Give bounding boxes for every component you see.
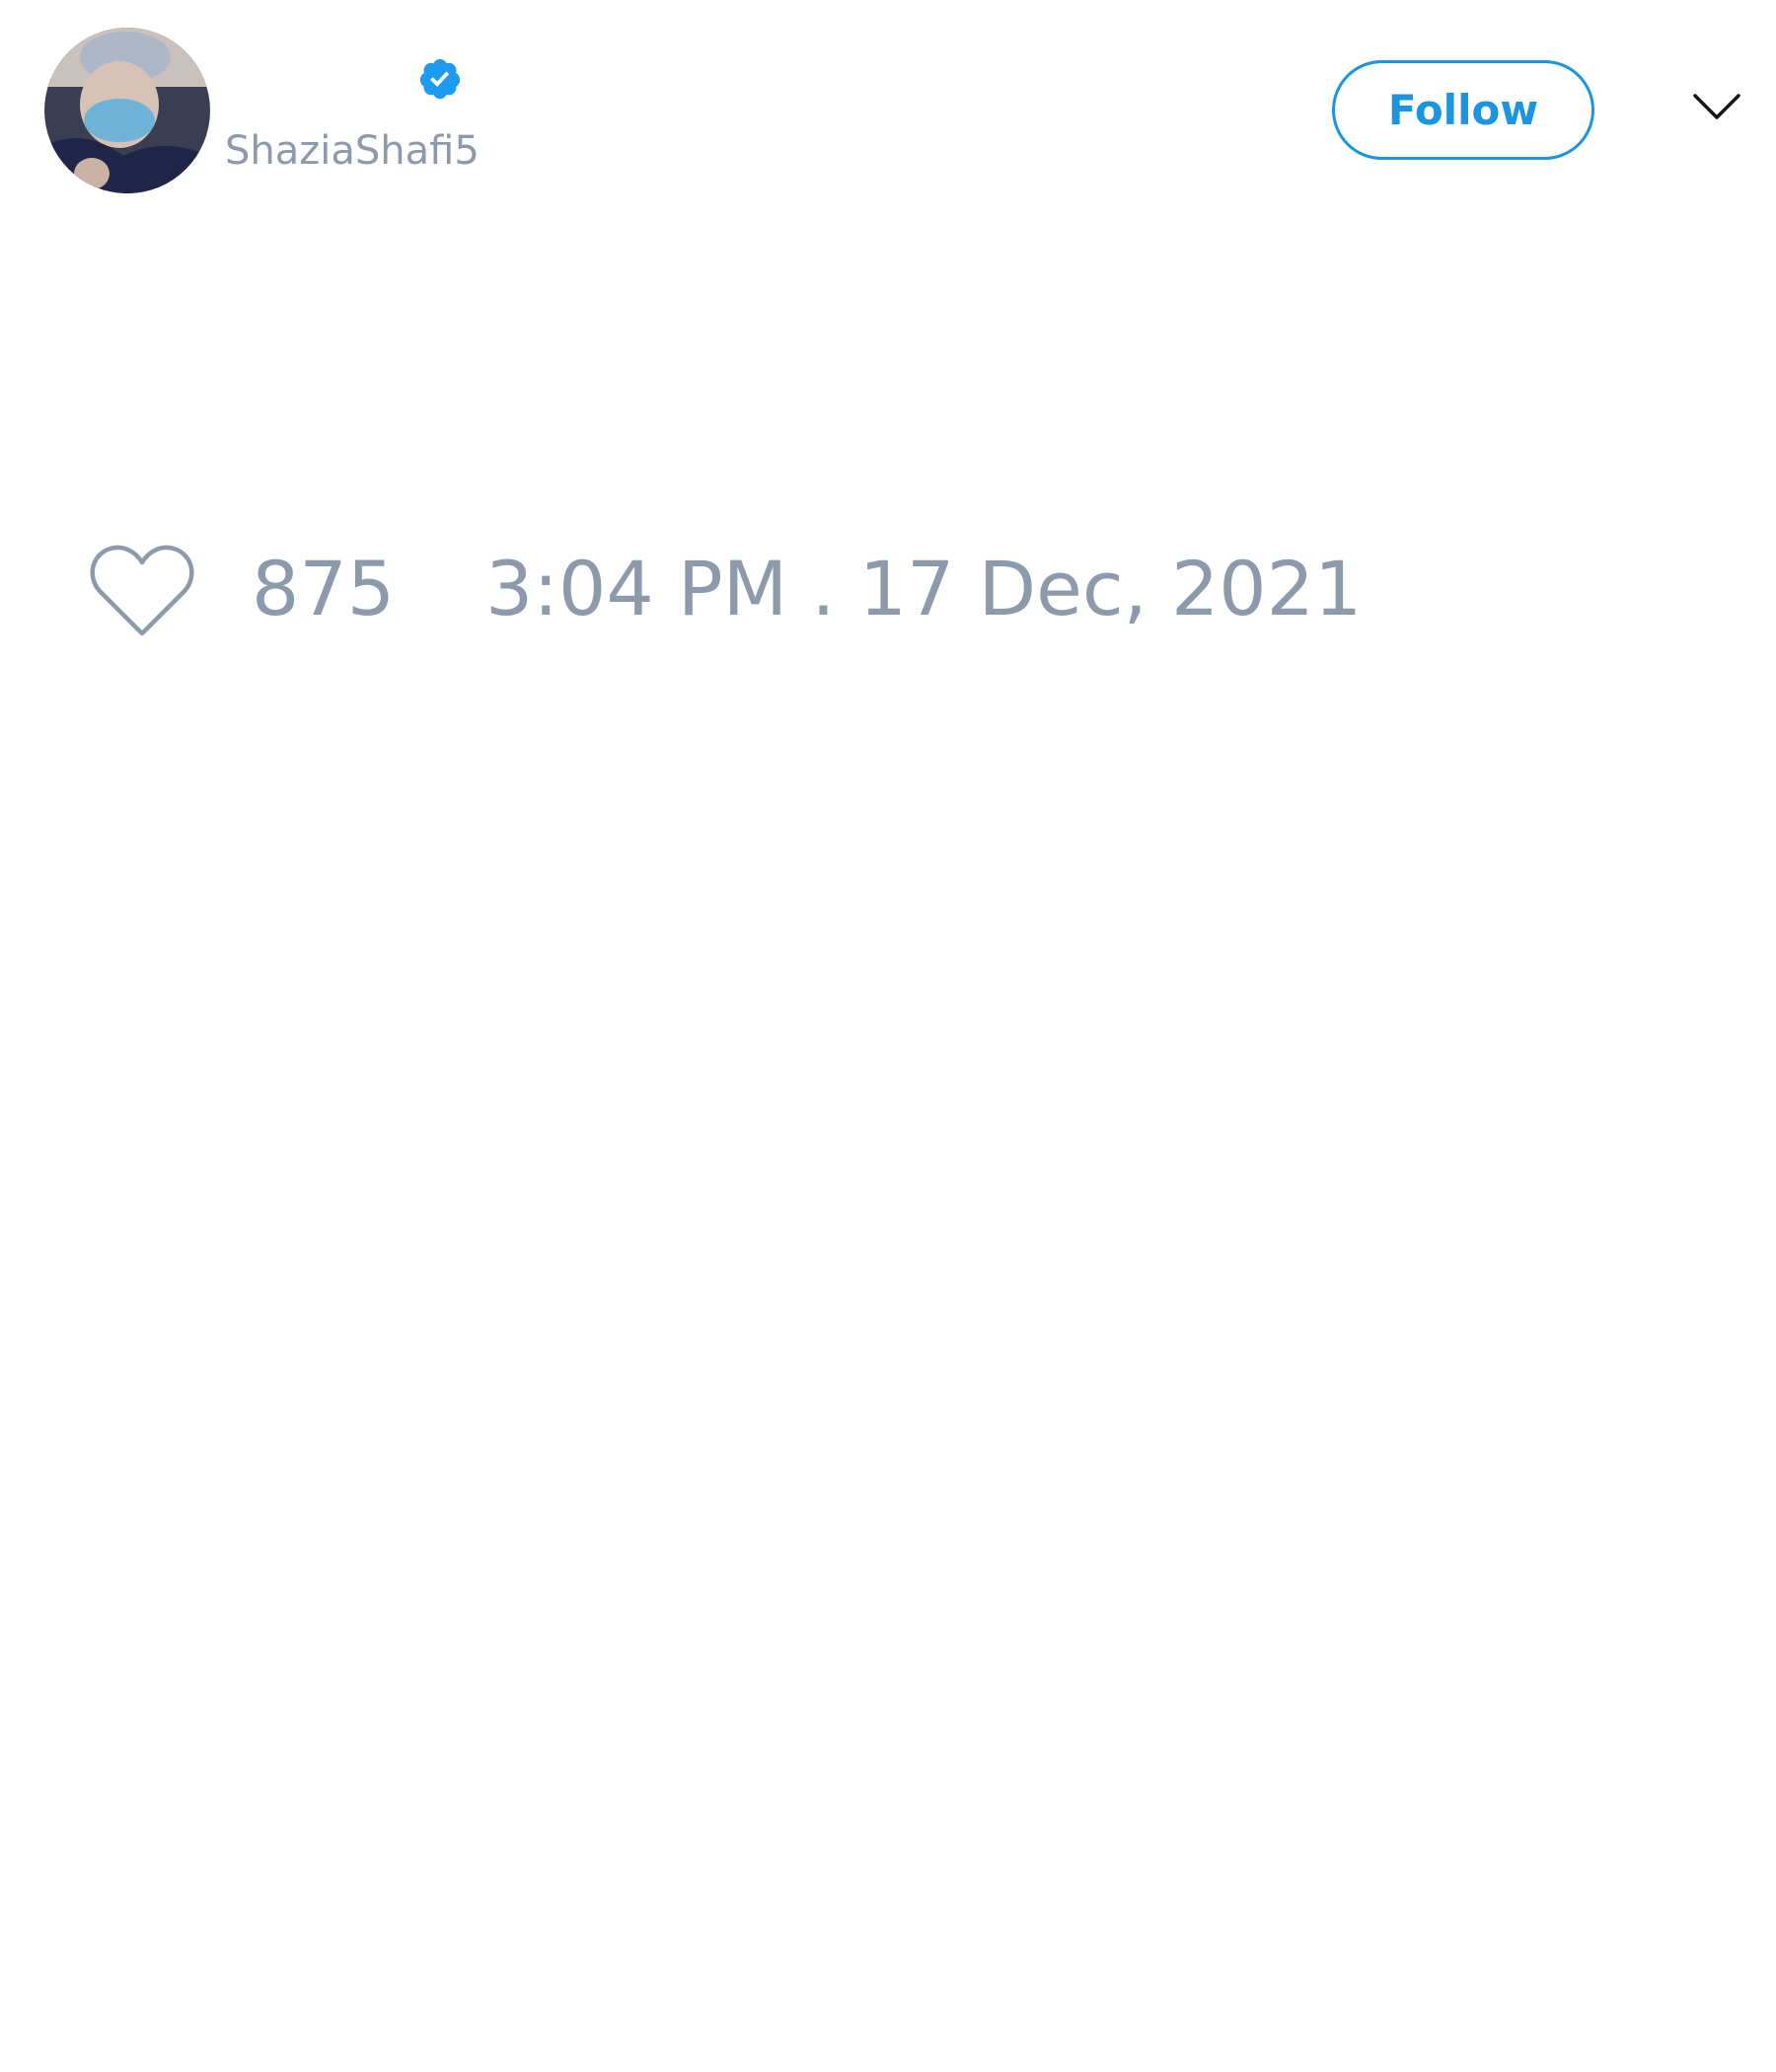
heart-outline-icon[interactable]: [89, 541, 195, 639]
avatar[interactable]: [44, 28, 210, 193]
tweet-timestamp[interactable]: 3:04 PM . 17 Dec, 2021: [485, 550, 1362, 629]
chevron-down-icon[interactable]: [1692, 90, 1741, 125]
author-handle[interactable]: ShaziaShafi5: [225, 126, 480, 176]
like-count: 875: [252, 545, 396, 632]
verified-badge-icon: [419, 58, 461, 100]
follow-button[interactable]: Follow: [1332, 60, 1594, 160]
avatar-photo: [44, 28, 210, 193]
